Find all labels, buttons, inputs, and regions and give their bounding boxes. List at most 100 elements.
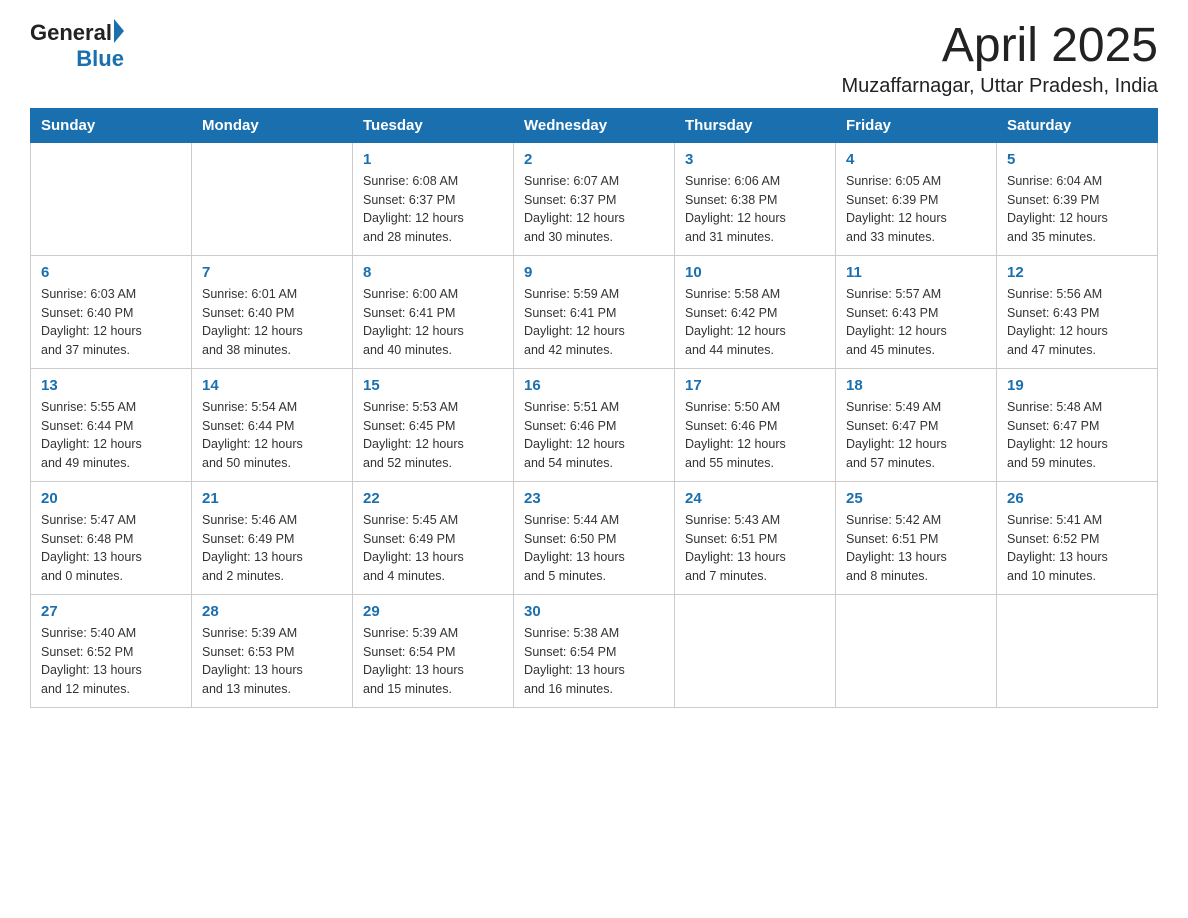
day-info: Sunrise: 5:57 AM Sunset: 6:43 PM Dayligh… [846, 285, 986, 360]
calendar-cell: 16Sunrise: 5:51 AM Sunset: 6:46 PM Dayli… [514, 368, 675, 481]
day-number: 24 [685, 490, 825, 507]
calendar-table: SundayMondayTuesdayWednesdayThursdayFrid… [30, 108, 1158, 708]
day-info: Sunrise: 5:39 AM Sunset: 6:53 PM Dayligh… [202, 624, 342, 699]
day-number: 7 [202, 264, 342, 281]
calendar-cell: 23 Sunrise: 5:44 AM Sunset: 6:50 PM Dayli… [514, 481, 675, 594]
calendar-cell: 6Sunrise: 6:03 AM Sunset: 6:40 PM Daylig… [31, 255, 192, 368]
calendar-day-header: Saturday [997, 108, 1158, 142]
calendar-cell: 11 Sunrise: 5:57 AM Sunset: 6:43 PM Dayli… [836, 255, 997, 368]
day-info: Sunrise: 6:00 AM Sunset: 6:41 PM Dayligh… [363, 285, 503, 360]
day-number: 29 [363, 603, 503, 620]
calendar-week-row: 13 Sunrise: 5:55 AM Sunset: 6:44 PM Dayli… [31, 368, 1158, 481]
day-number: 16 [524, 377, 664, 394]
calendar-cell: 22 Sunrise: 5:45 AM Sunset: 6:49 PM Dayli… [353, 481, 514, 594]
calendar-cell: 18Sunrise: 5:49 AM Sunset: 6:47 PM Dayli… [836, 368, 997, 481]
day-info: Sunrise: 5:42 AM Sunset: 6:51 PM Dayligh… [846, 511, 986, 586]
day-info: Sunrise: 6:08 AM Sunset: 6:37 PM Dayligh… [363, 172, 503, 247]
calendar-cell: 20 Sunrise: 5:47 AM Sunset: 6:48 PM Dayli… [31, 481, 192, 594]
day-number: 26 [1007, 490, 1147, 507]
day-number: 11 [846, 264, 986, 281]
calendar-cell: 15Sunrise: 5:53 AM Sunset: 6:45 PM Dayli… [353, 368, 514, 481]
day-info: Sunrise: 5:48 AM Sunset: 6:47 PM Dayligh… [1007, 398, 1147, 473]
calendar-week-row: 27Sunrise: 5:40 AM Sunset: 6:52 PM Dayli… [31, 594, 1158, 707]
calendar-cell: 19 Sunrise: 5:48 AM Sunset: 6:47 PM Dayli… [997, 368, 1158, 481]
day-number: 4 [846, 151, 986, 168]
day-number: 12 [1007, 264, 1147, 281]
calendar-cell: 29 Sunrise: 5:39 AM Sunset: 6:54 PM Dayli… [353, 594, 514, 707]
calendar-week-row: 6Sunrise: 6:03 AM Sunset: 6:40 PM Daylig… [31, 255, 1158, 368]
day-number: 8 [363, 264, 503, 281]
title-block: April 2025 Muzaffarnagar, Uttar Pradesh,… [842, 20, 1158, 98]
day-info: Sunrise: 5:45 AM Sunset: 6:49 PM Dayligh… [363, 511, 503, 586]
calendar-cell [836, 594, 997, 707]
logo: General Blue [30, 20, 124, 72]
calendar-cell: 30 Sunrise: 5:38 AM Sunset: 6:54 PM Dayli… [514, 594, 675, 707]
day-number: 10 [685, 264, 825, 281]
logo-triangle-icon [114, 19, 124, 43]
calendar-cell: 3Sunrise: 6:06 AM Sunset: 6:38 PM Daylig… [675, 142, 836, 255]
calendar-day-header: Friday [836, 108, 997, 142]
day-number: 13 [41, 377, 181, 394]
day-info: Sunrise: 5:55 AM Sunset: 6:44 PM Dayligh… [41, 398, 181, 473]
calendar-day-header: Monday [192, 108, 353, 142]
calendar-cell: 4Sunrise: 6:05 AM Sunset: 6:39 PM Daylig… [836, 142, 997, 255]
day-number: 25 [846, 490, 986, 507]
day-number: 9 [524, 264, 664, 281]
calendar-week-row: 1Sunrise: 6:08 AM Sunset: 6:37 PM Daylig… [31, 142, 1158, 255]
calendar-cell: 7 Sunrise: 6:01 AM Sunset: 6:40 PM Daylig… [192, 255, 353, 368]
day-number: 21 [202, 490, 342, 507]
calendar-cell: 13 Sunrise: 5:55 AM Sunset: 6:44 PM Dayli… [31, 368, 192, 481]
calendar-day-header: Tuesday [353, 108, 514, 142]
calendar-cell [31, 142, 192, 255]
calendar-day-header: Thursday [675, 108, 836, 142]
day-number: 30 [524, 603, 664, 620]
day-info: Sunrise: 6:01 AM Sunset: 6:40 PM Dayligh… [202, 285, 342, 360]
calendar-cell: 28 Sunrise: 5:39 AM Sunset: 6:53 PM Dayli… [192, 594, 353, 707]
day-number: 15 [363, 377, 503, 394]
day-info: Sunrise: 5:54 AM Sunset: 6:44 PM Dayligh… [202, 398, 342, 473]
day-number: 17 [685, 377, 825, 394]
calendar-day-header: Wednesday [514, 108, 675, 142]
day-info: Sunrise: 5:50 AM Sunset: 6:46 PM Dayligh… [685, 398, 825, 473]
day-info: Sunrise: 6:07 AM Sunset: 6:37 PM Dayligh… [524, 172, 664, 247]
logo-general-text: General [30, 20, 112, 46]
calendar-cell [997, 594, 1158, 707]
calendar-week-row: 20 Sunrise: 5:47 AM Sunset: 6:48 PM Dayli… [31, 481, 1158, 594]
calendar-cell: 5 Sunrise: 6:04 AM Sunset: 6:39 PM Daylig… [997, 142, 1158, 255]
day-number: 14 [202, 377, 342, 394]
page-header: General Blue April 2025 Muzaffarnagar, U… [30, 20, 1158, 98]
calendar-cell: 12Sunrise: 5:56 AM Sunset: 6:43 PM Dayli… [997, 255, 1158, 368]
calendar-cell: 2 Sunrise: 6:07 AM Sunset: 6:37 PM Daylig… [514, 142, 675, 255]
day-number: 5 [1007, 151, 1147, 168]
day-info: Sunrise: 5:59 AM Sunset: 6:41 PM Dayligh… [524, 285, 664, 360]
calendar-cell: 24Sunrise: 5:43 AM Sunset: 6:51 PM Dayli… [675, 481, 836, 594]
day-info: Sunrise: 5:38 AM Sunset: 6:54 PM Dayligh… [524, 624, 664, 699]
day-info: Sunrise: 5:49 AM Sunset: 6:47 PM Dayligh… [846, 398, 986, 473]
calendar-title: April 2025 [842, 20, 1158, 73]
calendar-day-header: Sunday [31, 108, 192, 142]
day-info: Sunrise: 6:04 AM Sunset: 6:39 PM Dayligh… [1007, 172, 1147, 247]
day-number: 20 [41, 490, 181, 507]
day-info: Sunrise: 5:58 AM Sunset: 6:42 PM Dayligh… [685, 285, 825, 360]
day-info: Sunrise: 5:44 AM Sunset: 6:50 PM Dayligh… [524, 511, 664, 586]
calendar-cell: 27Sunrise: 5:40 AM Sunset: 6:52 PM Dayli… [31, 594, 192, 707]
day-number: 23 [524, 490, 664, 507]
calendar-cell: 1Sunrise: 6:08 AM Sunset: 6:37 PM Daylig… [353, 142, 514, 255]
day-number: 27 [41, 603, 181, 620]
day-number: 19 [1007, 377, 1147, 394]
day-info: Sunrise: 5:47 AM Sunset: 6:48 PM Dayligh… [41, 511, 181, 586]
calendar-header-row: SundayMondayTuesdayWednesdayThursdayFrid… [31, 108, 1158, 142]
day-number: 22 [363, 490, 503, 507]
day-info: Sunrise: 5:39 AM Sunset: 6:54 PM Dayligh… [363, 624, 503, 699]
calendar-cell: 10 Sunrise: 5:58 AM Sunset: 6:42 PM Dayli… [675, 255, 836, 368]
calendar-cell [192, 142, 353, 255]
calendar-cell: 26Sunrise: 5:41 AM Sunset: 6:52 PM Dayli… [997, 481, 1158, 594]
calendar-cell: 17 Sunrise: 5:50 AM Sunset: 6:46 PM Dayli… [675, 368, 836, 481]
day-number: 28 [202, 603, 342, 620]
day-number: 6 [41, 264, 181, 281]
calendar-cell: 14 Sunrise: 5:54 AM Sunset: 6:44 PM Dayli… [192, 368, 353, 481]
day-number: 2 [524, 151, 664, 168]
logo-blue-text: Blue [76, 46, 124, 72]
calendar-cell: 21Sunrise: 5:46 AM Sunset: 6:49 PM Dayli… [192, 481, 353, 594]
calendar-cell [675, 594, 836, 707]
